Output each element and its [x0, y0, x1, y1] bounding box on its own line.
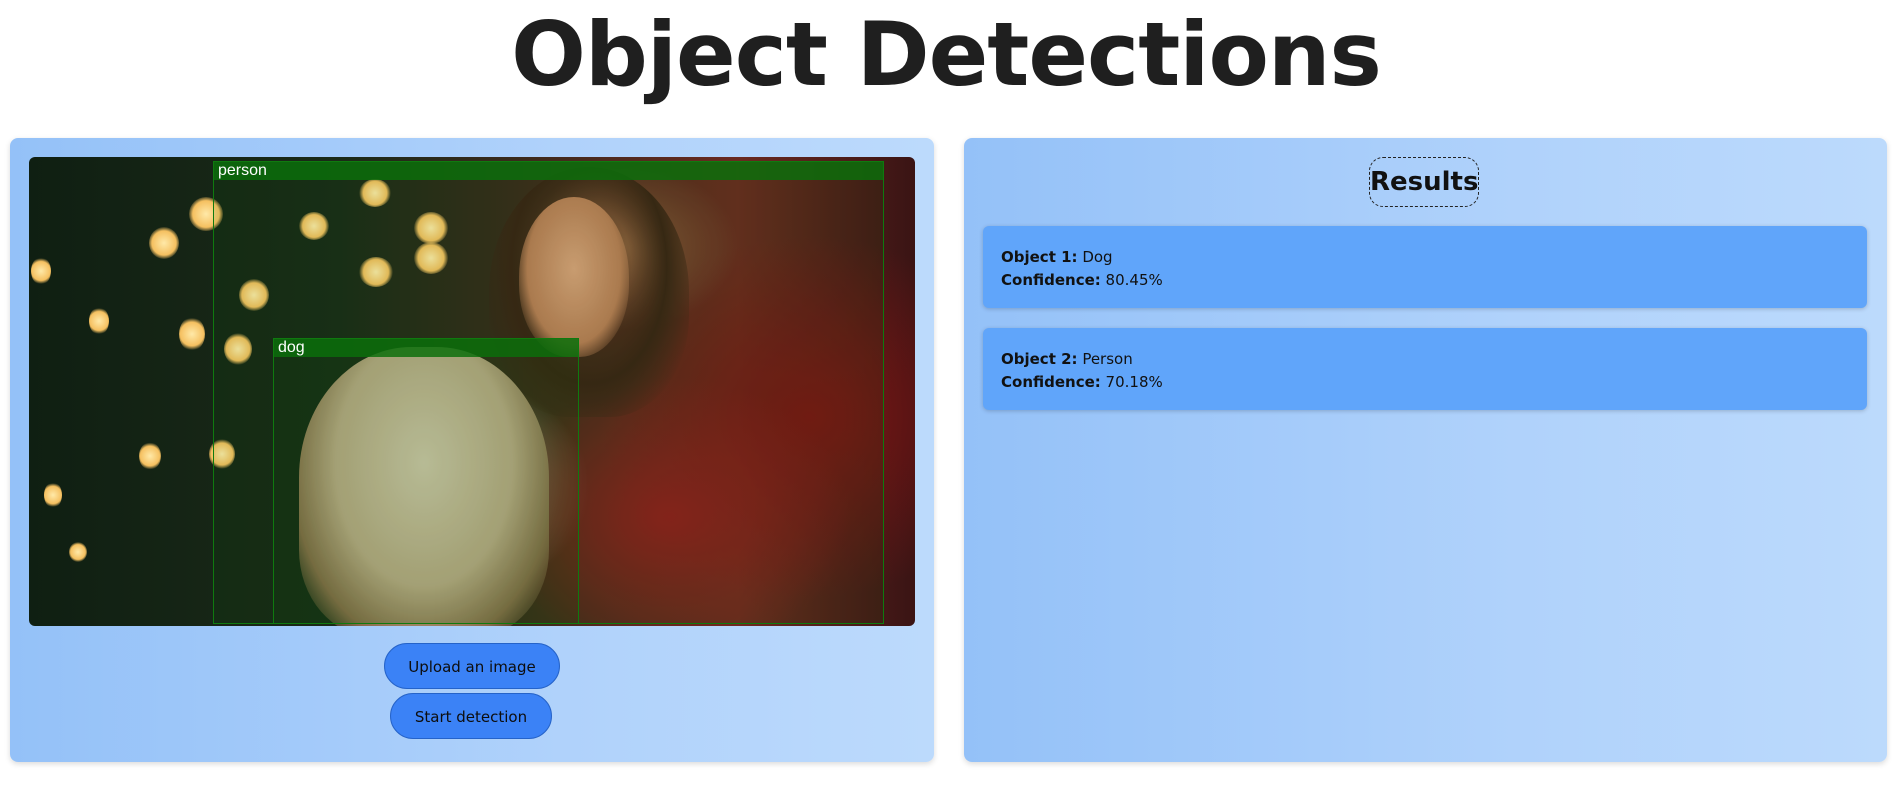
result-object-value: Dog — [1082, 248, 1113, 266]
result-confidence-line: Confidence: 70.18% — [1001, 371, 1849, 394]
bokeh-light — [139, 442, 161, 470]
upload-image-button[interactable]: Upload an image — [384, 643, 560, 689]
start-detection-button[interactable]: Start detection — [390, 693, 552, 739]
result-object-value: Person — [1082, 350, 1133, 368]
bbox-person-label: person — [214, 162, 883, 180]
bokeh-light — [31, 257, 51, 285]
bbox-dog: dog — [273, 338, 579, 624]
result-confidence-key: Confidence: — [1001, 373, 1101, 391]
result-card: Object 1: Dog Confidence: 80.45% — [983, 226, 1867, 308]
bokeh-light — [179, 317, 205, 351]
results-heading: Results — [1369, 157, 1479, 207]
bbox-dog-label: dog — [274, 339, 578, 357]
result-object-line: Object 1: Dog — [1001, 246, 1849, 269]
page-title: Object Detections — [511, 3, 1382, 106]
result-object-key: Object 1: — [1001, 248, 1078, 266]
result-confidence-line: Confidence: 80.45% — [1001, 269, 1849, 292]
detection-image: person dog — [29, 157, 915, 626]
image-panel: person dog Upload an image Start detecti… — [10, 138, 934, 762]
result-card: Object 2: Person Confidence: 70.18% — [983, 328, 1867, 410]
bokeh-light — [89, 307, 109, 335]
result-object-key: Object 2: — [1001, 350, 1078, 368]
bokeh-light — [44, 482, 62, 508]
bokeh-light — [69, 542, 87, 562]
result-confidence-value: 80.45% — [1105, 271, 1163, 289]
results-panel: Results Object 1: Dog Confidence: 80.45%… — [964, 138, 1887, 762]
bokeh-light — [149, 227, 179, 259]
result-confidence-value: 70.18% — [1105, 373, 1163, 391]
result-object-line: Object 2: Person — [1001, 348, 1849, 371]
result-confidence-key: Confidence: — [1001, 271, 1101, 289]
bbox-dog-fill — [274, 357, 578, 623]
